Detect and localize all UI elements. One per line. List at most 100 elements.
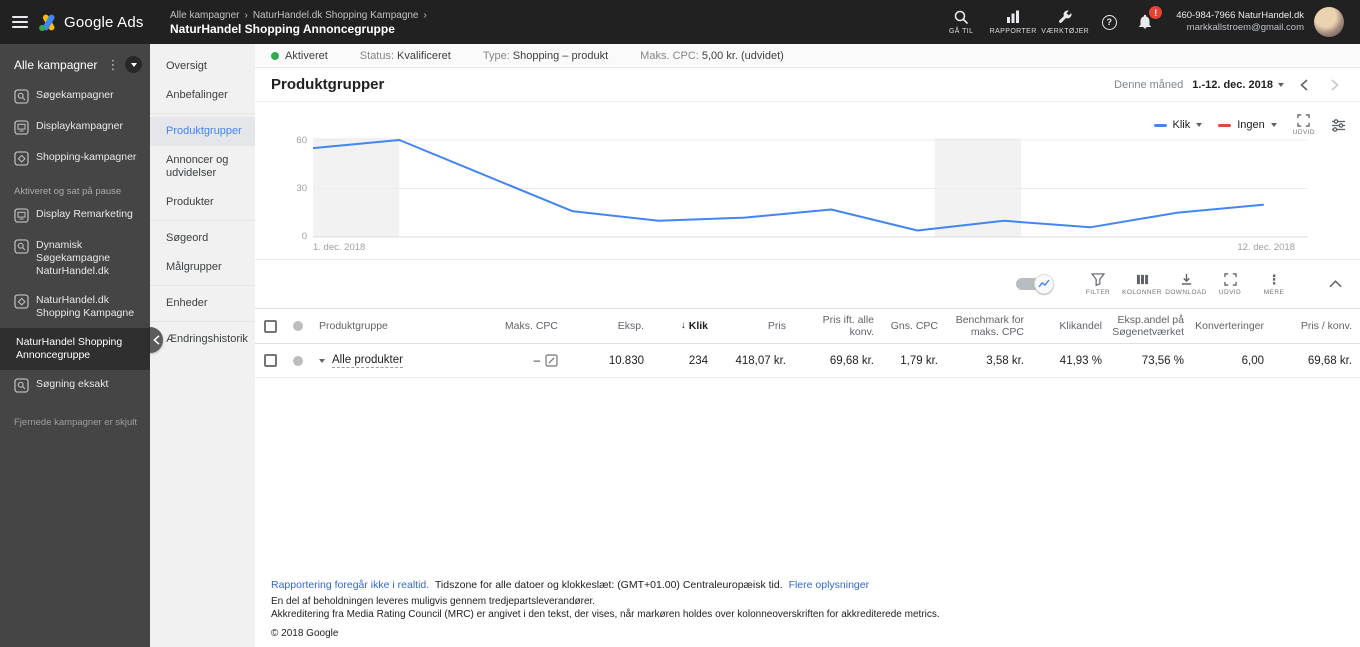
subnav-item-produkter[interactable]: Produkter xyxy=(150,188,255,217)
prev-period-button[interactable] xyxy=(1293,74,1315,96)
google-ads-logo[interactable]: Google Ads xyxy=(38,13,144,32)
sidebar-section-label: Aktiveret og sat på pause xyxy=(14,186,122,197)
campaigns-dropdown-button[interactable] xyxy=(125,56,142,73)
chart-toggle[interactable] xyxy=(1016,274,1054,294)
account-id: 460-984-7966 NaturHandel.dk xyxy=(1176,10,1304,21)
status-column-icon xyxy=(293,321,303,331)
header-klikandel[interactable]: Klikandel xyxy=(1032,318,1110,334)
avatar[interactable] xyxy=(1314,7,1344,37)
more-button[interactable]: ⋮ MERE xyxy=(1252,273,1296,296)
chart-expand-button[interactable]: UDVID xyxy=(1293,114,1315,136)
header-pris-konv[interactable]: Pris / konv. xyxy=(1272,318,1360,334)
y-axis-tick: 0 xyxy=(301,231,307,242)
reports-button[interactable]: RAPPORTER xyxy=(988,9,1038,35)
expand-table-button[interactable]: UDVID xyxy=(1208,272,1252,296)
campaign-sidebar: Alle kampagner ⋮ Søgekampagner Displayka… xyxy=(0,44,150,647)
more-vertical-icon[interactable]: ⋮ xyxy=(106,57,120,73)
next-period-button[interactable] xyxy=(1324,74,1346,96)
go-to-button[interactable]: GÅ TIL xyxy=(936,9,986,35)
download-icon xyxy=(1181,273,1191,285)
copyright: © 2018 Google xyxy=(271,628,339,639)
header-maks-cpc[interactable]: Maks. CPC xyxy=(476,318,566,334)
enabled-status[interactable]: Aktiveret xyxy=(271,50,328,62)
sidebar-item-sogekampagner[interactable]: Søgekampagner xyxy=(0,81,150,112)
title-row: Produktgrupper Denne måned 1.-12. dec. 2… xyxy=(255,68,1360,102)
download-button[interactable]: DOWNLOAD xyxy=(1164,273,1208,296)
caret-down-icon xyxy=(1278,82,1284,87)
expand-icon xyxy=(1297,114,1311,127)
page-title: Produktgrupper xyxy=(271,76,385,93)
header-klik[interactable]: ↓ Klik xyxy=(652,318,716,334)
header-gns-cpc[interactable]: Gns. CPC xyxy=(882,318,946,334)
header-eksp-andel[interactable]: Eksp.andel på Søgenetværket xyxy=(1110,312,1192,340)
eksp-value: 10.830 xyxy=(608,354,644,367)
header-pris-alle-konv[interactable]: Pris ift. alle konv. xyxy=(794,312,882,340)
sidebar-item-label: NaturHandel Shopping Annoncegruppe xyxy=(16,336,123,361)
table-toolbar: FILTER KOLONNER DOWNLOAD UDVID ⋮ MERE xyxy=(255,260,1360,308)
subnav-item-anbefalinger[interactable]: Anbefalinger xyxy=(150,81,255,110)
sidebar-item-naturhandel-shopping-annoncegruppe[interactable]: NaturHandel Shopping Annoncegruppe xyxy=(0,328,150,370)
subnav-item-aendringshistorik[interactable]: Ændringshistorik xyxy=(150,325,255,354)
account-info[interactable]: 460-984-7966 NaturHandel.dk markkallstro… xyxy=(1176,10,1304,34)
header-pris[interactable]: Pris xyxy=(716,318,794,334)
filter-icon xyxy=(1091,272,1105,286)
sidebar-item-shopping-kampagner[interactable]: Shopping-kampagner xyxy=(0,143,150,174)
sidebar-item-label: NaturHandel.dk Shopping Kampagne xyxy=(36,294,135,319)
subnav-item-enheder[interactable]: Enheder xyxy=(150,289,255,318)
notifications-button[interactable]: ! xyxy=(1128,5,1163,39)
sidebar-item-naturhandel-shopping-kampagne[interactable]: NaturHandel.dk Shopping Kampagne xyxy=(0,286,150,328)
search-icon xyxy=(954,10,968,24)
sidebar-item-label: Display Remarketing xyxy=(36,208,133,220)
expand-icon xyxy=(1223,272,1237,286)
header-eksp[interactable]: Eksp. xyxy=(566,318,652,334)
subnav-item-produktgrupper[interactable]: Produktgrupper xyxy=(150,117,255,146)
realtime-reporting-link[interactable]: Rapportering foregår ikke i realtid. xyxy=(271,579,429,591)
sidebar-header[interactable]: Alle kampagner ⋮ xyxy=(0,44,150,81)
subnav-item-malgrupper[interactable]: Målgrupper xyxy=(150,253,255,282)
edit-bid-icon[interactable] xyxy=(545,354,558,367)
collapse-panel-button[interactable] xyxy=(1318,280,1352,288)
search-campaign-icon xyxy=(14,89,29,104)
timezone-text: Tidszone for alle datoer og klokkeslæt: … xyxy=(434,579,783,591)
menu-icon[interactable] xyxy=(12,16,28,28)
breadcrumb-all-campaigns[interactable]: Alle kampagner xyxy=(170,9,239,22)
columns-button[interactable]: KOLONNER xyxy=(1120,273,1164,296)
row-checkbox[interactable] xyxy=(263,354,277,367)
date-range-selector[interactable]: 1.-12. dec. 2018 xyxy=(1192,79,1284,91)
learn-more-link[interactable]: Flere oplysninger xyxy=(789,579,870,591)
sidebar-item-label: Søgning eksakt xyxy=(36,378,109,390)
sidebar-item-display-remarketing[interactable]: Display Remarketing xyxy=(0,200,150,231)
header-benchmark-maks-cpc[interactable]: Benchmark for maks. CPC xyxy=(946,312,1032,340)
subnav-item-oversigt[interactable]: Oversigt xyxy=(150,52,255,81)
subnav-item-sogeord[interactable]: Søgeord xyxy=(150,224,255,253)
status-green-dot xyxy=(271,51,279,60)
help-icon: ? xyxy=(1101,14,1117,30)
breadcrumb-campaign[interactable]: NaturHandel.dk Shopping Kampagne xyxy=(253,9,419,22)
toggle-knob xyxy=(1034,274,1054,294)
sidebar-item-dynamisk-sogekampagne[interactable]: Dynamisk Søgekampagne NaturHandel.dk xyxy=(0,231,150,286)
metric-selector-1[interactable]: Klik xyxy=(1153,119,1203,131)
status-pair: Status: Kvalificeret xyxy=(359,49,451,62)
filter-button[interactable]: FILTER xyxy=(1076,272,1120,296)
metric-selector-2[interactable]: Ingen xyxy=(1218,119,1277,131)
subnav-item-annoncer-og-udvidelser[interactable]: Annoncer og udvidelser xyxy=(150,146,255,188)
sidebar-header-label: Alle kampagner xyxy=(14,57,98,72)
tools-button[interactable]: VÆRKTØJER xyxy=(1040,9,1090,35)
sidebar-item-displaykampagner[interactable]: Displaykampagner xyxy=(0,112,150,143)
help-button[interactable]: ? xyxy=(1092,5,1126,39)
topbar-left: Google Ads xyxy=(0,13,150,32)
table-header-row: Produktgruppe Maks. CPC Eksp. ↓ Klik Pri… xyxy=(255,308,1360,344)
header-konverteringer[interactable]: Konverteringer xyxy=(1192,318,1272,334)
expand-row-button[interactable] xyxy=(319,358,325,363)
x-axis-end-label: 12. dec. 2018 xyxy=(1237,242,1295,253)
chart-settings-button[interactable] xyxy=(1331,118,1346,133)
footer: Rapportering foregår ikke i realtid. Tid… xyxy=(255,579,1360,647)
product-group-name[interactable]: Alle produkter xyxy=(332,354,403,368)
sidebar-item-sogning-eksakt[interactable]: Søgning eksakt xyxy=(0,370,150,401)
table-row-alle-produkter: Alle produkter – 10.830 234 418,07 kr. 6… xyxy=(255,344,1360,378)
topbar-right: GÅ TIL RAPPORTER VÆRKTØJER ? ! 460-984-7… xyxy=(936,5,1360,39)
select-all-checkbox[interactable] xyxy=(263,319,277,333)
header-produktgruppe[interactable]: Produktgruppe xyxy=(311,318,476,334)
chart-icon xyxy=(1038,279,1050,288)
google-ads-app: Google Ads Alle kampagner › NaturHandel.… xyxy=(0,0,1360,647)
